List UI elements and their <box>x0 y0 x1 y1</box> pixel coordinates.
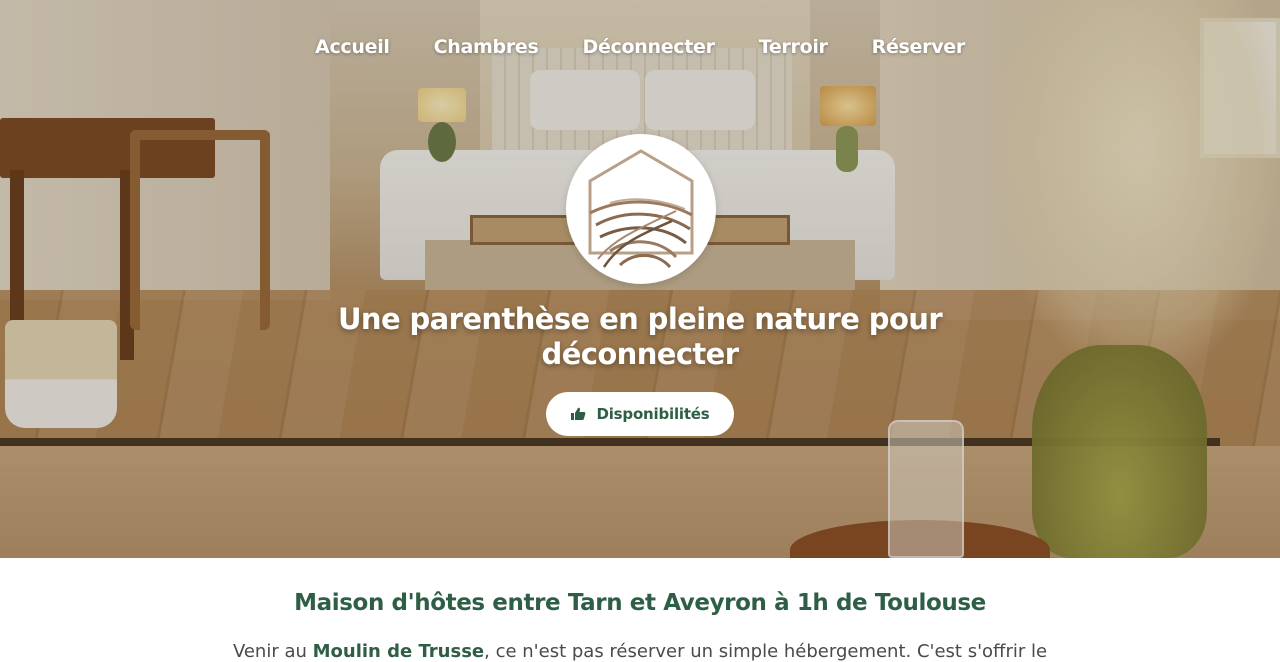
nav-deconnecter[interactable]: Déconnecter <box>582 36 715 58</box>
site-logo[interactable] <box>566 134 716 284</box>
hero-headline-line1: Une parenthèse en pleine nature pour <box>337 302 943 336</box>
house-wheat-logo-icon <box>588 149 694 269</box>
main-nav: Accueil Chambres Déconnecter Terroir Rés… <box>0 36 1280 58</box>
intro-text-after: , ce n'est pas réserver un simple héberg… <box>484 641 1048 662</box>
nav-reserver[interactable]: Réserver <box>872 36 966 58</box>
intro-title: Maison d'hôtes entre Tarn et Aveyron à 1… <box>294 590 986 616</box>
thumbs-up-icon <box>571 407 586 420</box>
intro-text-before: Venir au <box>232 641 313 662</box>
intro-section: Maison d'hôtes entre Tarn et Aveyron à 1… <box>0 558 1280 662</box>
hero-section: Accueil Chambres Déconnecter Terroir Rés… <box>0 0 1280 558</box>
nav-terroir[interactable]: Terroir <box>759 36 828 58</box>
disponibilites-button[interactable]: Disponibilités <box>546 392 734 436</box>
intro-text: Venir au Moulin de Trusse, ce n'est pas … <box>0 641 1280 662</box>
intro-text-strong: Moulin de Trusse <box>312 641 485 662</box>
hero-headline-line2: déconnecter <box>541 337 740 371</box>
nav-accueil[interactable]: Accueil <box>315 36 390 58</box>
disponibilites-button-label: Disponibilités <box>596 405 710 423</box>
hero-headline: Une parenthèse en pleine nature pour déc… <box>290 302 990 372</box>
nav-chambres[interactable]: Chambres <box>434 36 539 58</box>
